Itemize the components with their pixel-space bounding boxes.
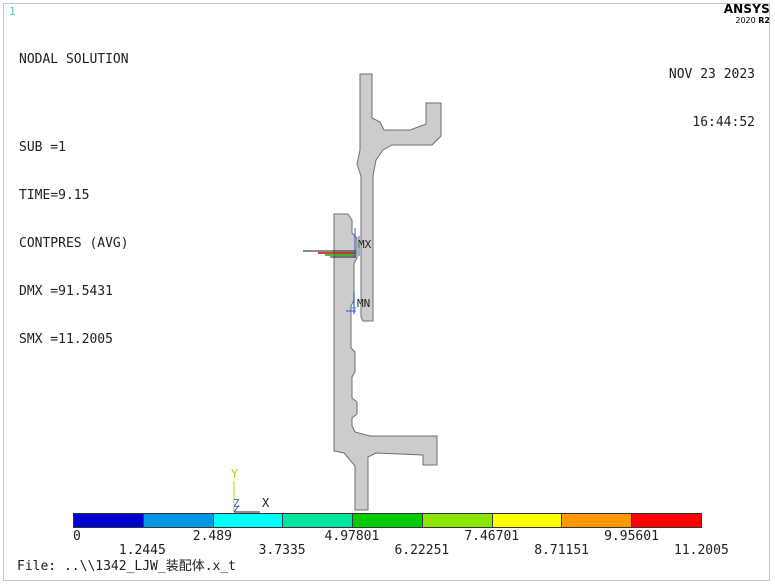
contour-legend-bar <box>73 513 702 528</box>
ansys-graphics-window: 1 NODAL SOLUTION SUB =1 TIME=9.15 CONTPR… <box>0 0 775 586</box>
legend-label-bottom: 8.71151 <box>534 543 590 558</box>
file-path-label: File: ..\\1342_LJW_装配体.x_t <box>17 559 237 574</box>
legend-color-2 <box>213 514 284 527</box>
legend-label-top: 4.97801 <box>324 529 380 544</box>
coordinate-triad: Y Z X <box>231 467 270 513</box>
model-lower-part <box>333 213 438 511</box>
legend-color-5 <box>422 514 493 527</box>
min-marker-label: MN <box>357 297 370 310</box>
triad-x-label: X <box>262 496 270 510</box>
legend-label-bottom: 3.7335 <box>258 543 306 558</box>
legend-label-top: 9.95601 <box>604 529 659 544</box>
legend-label-top: 2.489 <box>192 529 232 544</box>
legend-label-bottom: 1.2445 <box>118 543 166 558</box>
model-upper-part <box>356 73 442 322</box>
legend-label-top: 7.46701 <box>464 529 520 544</box>
legend-label-top: 0 <box>73 529 81 544</box>
legend-color-4 <box>353 514 423 527</box>
legend-color-1 <box>143 514 214 527</box>
legend-color-0 <box>74 514 144 527</box>
legend-color-3 <box>283 514 354 527</box>
legend-label-bottom: 11.2005 <box>674 543 729 558</box>
model-viewport: MX MN Y Z X <box>231 73 442 513</box>
triad-z-label: Z <box>233 497 240 510</box>
legend-label-bottom: 6.22251 <box>394 543 450 558</box>
triad-y-label: Y <box>231 467 239 481</box>
legend-color-8 <box>632 514 702 527</box>
legend-color-6 <box>492 514 563 527</box>
legend-color-7 <box>562 514 633 527</box>
max-marker-label: MX <box>358 238 372 251</box>
